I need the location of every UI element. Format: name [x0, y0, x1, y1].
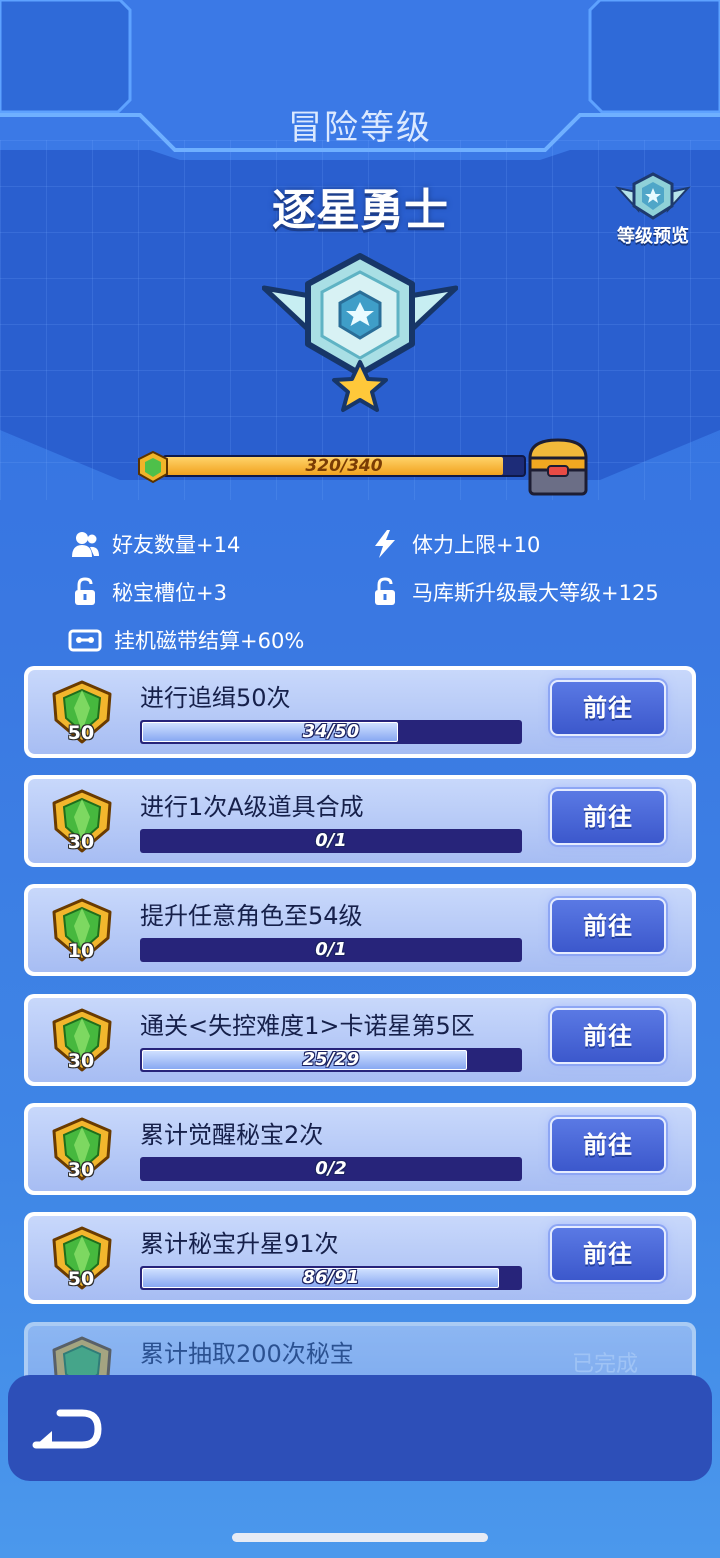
perk-label: 马库斯升级最大等级+125 [412, 581, 659, 605]
unlock-icon [75, 577, 95, 605]
rank-emblem-icon [615, 172, 691, 220]
perk-idle-tape: 挂机磁带结算+60% [68, 624, 304, 656]
go-button[interactable]: 前往 [550, 789, 666, 845]
task-card: 50 累计秘宝升星91次 86/91 前往 [24, 1212, 696, 1304]
rank-badge-icon [262, 253, 458, 412]
task-progress-text: 34/50 [302, 721, 360, 742]
task-card: 50 进行追缉50次 34/50 前往 [24, 666, 696, 758]
task-title: 提升任意角色至54级 [140, 902, 363, 930]
go-button[interactable]: 前往 [550, 1117, 666, 1173]
reward-amount: 10 [67, 940, 95, 962]
perk-label: 体力上限+10 [412, 533, 541, 557]
exp-bar: 320/340 [136, 450, 536, 484]
back-arrow-icon[interactable] [30, 1407, 104, 1451]
exp-gem-icon [138, 450, 168, 484]
go-button[interactable]: 前往 [550, 1008, 666, 1064]
task-progress-bar: 0/1 [140, 829, 522, 853]
task-card: 10 提升任意角色至54级 0/1 前往 [24, 884, 696, 976]
perk-treasure-slot: 秘宝槽位+3 [70, 576, 227, 608]
task-card: 30 通关<失控难度1>卡诺星第5区 25/29 前往 [24, 994, 696, 1086]
task-progress-text: 0/1 [315, 939, 347, 960]
task-progress-bar: 34/50 [140, 720, 522, 744]
friends-icon [72, 532, 99, 557]
task-card: 30 进行1次A级道具合成 0/1 前往 [24, 775, 696, 867]
unlock-icon [375, 577, 395, 605]
tape-icon [68, 629, 102, 652]
reward-chest-icon[interactable] [526, 436, 592, 498]
reward-amount: 50 [67, 722, 95, 744]
task-progress-bar: 86/91 [140, 1266, 522, 1290]
reward-amount: 50 [67, 1268, 95, 1290]
go-button[interactable]: 前往 [550, 1226, 666, 1282]
perk-friends: 好友数量+14 [70, 528, 240, 560]
level-preview-button[interactable]: 等级预览 [608, 170, 698, 250]
stamina-icon [375, 530, 395, 558]
task-title: 累计抽取200次秘宝 [140, 1340, 354, 1368]
go-button[interactable]: 前往 [550, 898, 666, 954]
task-title: 通关<失控难度1>卡诺星第5区 [140, 1012, 475, 1040]
task-progress-text: 86/91 [302, 1267, 360, 1288]
perk-stamina: 体力上限+10 [370, 528, 540, 560]
home-indicator[interactable] [232, 1533, 488, 1542]
reward-amount: 30 [67, 1050, 95, 1072]
reward-amount: 30 [67, 831, 95, 853]
perk-marcus-level: 马库斯升级最大等级+125 [370, 576, 659, 608]
perk-label: 秘宝槽位+3 [112, 581, 227, 605]
task-card: 30 累计觉醒秘宝2次 0/2 前往 [24, 1103, 696, 1195]
go-button[interactable]: 前往 [550, 680, 666, 736]
perk-label: 好友数量+14 [112, 533, 241, 557]
task-title: 累计觉醒秘宝2次 [140, 1121, 324, 1149]
task-progress-bar: 0/1 [140, 938, 522, 962]
reward-amount: 30 [67, 1159, 95, 1181]
page-title: 冒险等级 [288, 108, 432, 148]
task-progress-text: 0/2 [315, 1158, 347, 1179]
bottom-bar [8, 1375, 712, 1481]
task-title: 进行1次A级道具合成 [140, 793, 364, 821]
task-progress-bar: 25/29 [140, 1048, 522, 1072]
task-progress-bar: 0/2 [140, 1157, 522, 1181]
task-title: 累计秘宝升星91次 [140, 1230, 339, 1258]
perk-label: 挂机磁带结算+60% [114, 629, 305, 653]
completed-label: 已完成 [572, 1352, 639, 1377]
exp-text: 320/340 [305, 456, 383, 476]
task-progress-text: 0/1 [315, 830, 347, 851]
level-preview-label: 等级预览 [617, 226, 689, 247]
task-title: 进行追缉50次 [140, 684, 291, 712]
task-progress-text: 25/29 [302, 1049, 360, 1070]
